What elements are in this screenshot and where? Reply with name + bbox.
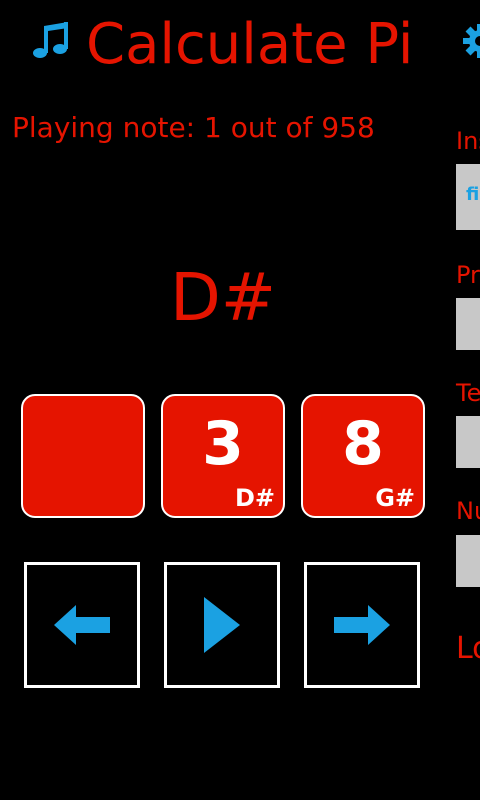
gear-icon[interactable]: [463, 24, 480, 58]
next-button[interactable]: [304, 562, 420, 688]
precision-label: Pr: [456, 261, 480, 289]
instrument-label: Ins: [456, 127, 480, 155]
side-panel-link[interactable]: Lo: [456, 630, 480, 668]
arrow-left-icon: [54, 605, 110, 645]
current-note: D#: [169, 259, 277, 336]
app-title: Calculate Pi: [86, 12, 414, 77]
arrow-right-icon: [334, 605, 390, 645]
play-button[interactable]: [164, 562, 280, 688]
play-icon: [204, 597, 240, 653]
digit-tile: [21, 394, 145, 518]
tile-digit: 8: [342, 409, 384, 479]
precision-field[interactable]: [456, 298, 480, 350]
instrument-value: fi: [466, 184, 480, 205]
number-field[interactable]: [456, 535, 480, 587]
playing-status: Playing note: 1 out of 958: [12, 111, 375, 144]
digit-tile: 3 D#: [161, 394, 285, 518]
header: Calculate Pi: [0, 0, 480, 90]
instrument-selector[interactable]: fi: [456, 164, 480, 230]
tempo-label: Te: [456, 379, 480, 407]
calculate-pi-page: Calculate Pi Playing note: 1 out of 958 …: [0, 0, 480, 800]
tile-note: G#: [375, 484, 415, 512]
previous-button[interactable]: [24, 562, 140, 688]
music-note-icon: [33, 22, 68, 58]
digit-tile: 8 G#: [301, 394, 425, 518]
number-label: Nu: [456, 497, 480, 525]
tempo-field[interactable]: [456, 416, 480, 468]
tile-note: D#: [234, 484, 275, 512]
tile-digit: 3: [202, 409, 244, 479]
